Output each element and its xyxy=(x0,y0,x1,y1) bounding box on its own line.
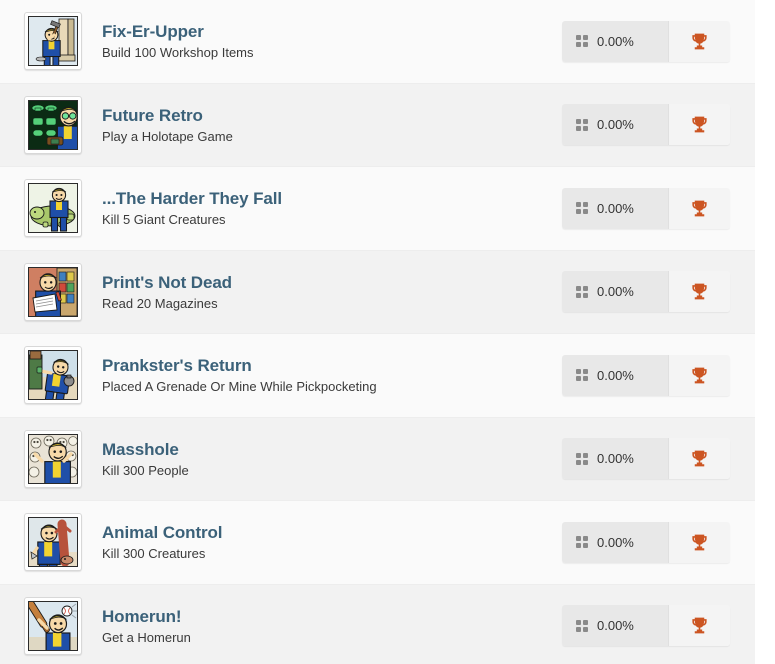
achievement-thumbnail xyxy=(24,596,82,655)
achievement-trophy-button[interactable] xyxy=(668,521,730,563)
vault-boy-baseball-bat-icon xyxy=(28,600,78,651)
achievement-row[interactable]: Homerun! Get a Homerun 0.00% xyxy=(0,584,755,664)
achievement-trophy-button[interactable] xyxy=(668,605,730,647)
achievement-description: Placed A Grenade Or Mine While Pickpocke… xyxy=(102,379,377,395)
grid-dots-icon xyxy=(576,285,588,298)
achievement-thumbnail xyxy=(24,346,82,405)
achievement-trophy-button[interactable] xyxy=(668,20,730,62)
grid-dots-icon xyxy=(576,202,588,215)
achievement-text-block: Homerun! Get a Homerun xyxy=(82,606,562,647)
achievement-progress-value: 0.00% xyxy=(597,117,634,133)
achievement-actions: 0.00% xyxy=(562,271,730,313)
achievement-progress-button[interactable]: 0.00% xyxy=(562,20,668,62)
vault-boy-pickpocket-icon xyxy=(28,350,78,401)
achievement-title: Masshole xyxy=(102,439,179,459)
achievement-row[interactable]: ...The Harder They Fall Kill 5 Giant Crea… xyxy=(0,167,755,251)
achievement-text-block: Masshole Kill 300 People xyxy=(82,439,562,480)
achievement-progress-value: 0.00% xyxy=(597,367,634,383)
achievement-thumbnail xyxy=(24,262,82,321)
achievement-trophy-button[interactable] xyxy=(668,187,730,229)
achievement-title: Fix-Er-Upper xyxy=(102,22,204,41)
achievement-trophy-button[interactable] xyxy=(668,104,730,146)
achievement-title: Future Retro xyxy=(102,105,203,125)
achievement-actions: 0.00% xyxy=(562,354,730,396)
vault-boy-skulls-icon xyxy=(28,433,78,484)
achievement-actions: 0.00% xyxy=(562,605,730,647)
achievement-progress-button[interactable]: 0.00% xyxy=(562,354,668,396)
achievement-trophy-button[interactable] xyxy=(668,354,730,396)
achievement-title: Print's Not Dead xyxy=(102,272,232,292)
achievement-actions: 0.00% xyxy=(562,20,730,62)
grid-dots-icon xyxy=(576,452,588,465)
achievement-description: Kill 300 People xyxy=(102,462,189,478)
achievement-actions: 0.00% xyxy=(562,438,730,480)
grid-dots-icon xyxy=(576,536,588,549)
achievement-row[interactable]: Masshole Kill 300 People 0.00% xyxy=(0,417,755,501)
achievement-trophy-button[interactable] xyxy=(668,438,730,480)
achievement-row[interactable]: Future Retro Play a Holotape Game 0.00% xyxy=(0,83,755,167)
achievement-title: Animal Control xyxy=(102,523,223,542)
achievement-row[interactable]: Print's Not Dead Read 20 Magazines 0.00% xyxy=(0,250,755,334)
achievement-thumbnail xyxy=(24,513,82,572)
achievement-progress-button[interactable]: 0.00% xyxy=(562,104,668,146)
achievement-title: Homerun! xyxy=(102,606,182,626)
achievement-text-block: Fix-Er-Upper Build 100 Workshop Items xyxy=(82,21,562,62)
vault-boy-hammer-icon xyxy=(28,16,78,67)
achievement-thumbnail xyxy=(24,429,82,488)
achievement-progress-value: 0.00% xyxy=(597,200,634,216)
achievements-list: Fix-Er-Upper Build 100 Workshop Items 0.00… xyxy=(0,0,755,664)
achievement-text-block: Print's Not Dead Read 20 Magazines xyxy=(82,272,562,313)
achievement-progress-value: 0.00% xyxy=(597,534,634,550)
achievement-description: Kill 300 Creatures xyxy=(102,546,206,562)
achievement-description: Kill 5 Giant Creatures xyxy=(102,212,226,228)
achievement-progress-value: 0.00% xyxy=(597,618,634,634)
achievement-description: Build 100 Workshop Items xyxy=(102,45,254,61)
achievement-text-block: ...The Harder They Fall Kill 5 Giant Crea… xyxy=(82,188,562,229)
vault-boy-reading-magazine-icon xyxy=(28,266,78,317)
achievement-text-block: Prankster's Return Placed A Grenade Or Mi… xyxy=(82,355,562,396)
achievement-row[interactable]: Prankster's Return Placed A Grenade Or Mi… xyxy=(0,334,755,418)
vault-boy-fallen-giant-icon xyxy=(28,183,78,234)
achievement-actions: 0.00% xyxy=(562,521,730,563)
achievement-progress-button[interactable]: 0.00% xyxy=(562,605,668,647)
achievement-thumbnail xyxy=(24,12,82,71)
vault-boy-knife-creature-icon xyxy=(28,517,78,568)
page-right-gutter xyxy=(755,0,775,664)
grid-dots-icon xyxy=(576,118,588,131)
achievement-progress-button[interactable]: 0.00% xyxy=(562,521,668,563)
grid-dots-icon xyxy=(576,35,588,48)
achievement-description: Read 20 Magazines xyxy=(102,295,218,311)
achievement-text-block: Animal Control Kill 300 Creatures xyxy=(82,522,562,563)
achievement-progress-button[interactable]: 0.00% xyxy=(562,438,668,480)
achievement-thumbnail xyxy=(24,179,82,238)
achievement-title: ...The Harder They Fall xyxy=(102,189,283,208)
grid-dots-icon xyxy=(576,619,588,632)
vault-boy-arcade-game-icon xyxy=(28,99,78,150)
achievement-thumbnail xyxy=(24,95,82,154)
achievement-description: Get a Homerun xyxy=(102,629,191,645)
achievement-text-block: Future Retro Play a Holotape Game xyxy=(82,105,562,146)
achievement-row[interactable]: Animal Control Kill 300 Creatures 0.00% xyxy=(0,501,755,585)
achievement-actions: 0.00% xyxy=(562,104,730,146)
achievement-trophy-button[interactable] xyxy=(668,271,730,313)
achievement-progress-value: 0.00% xyxy=(597,451,634,467)
achievement-title: Prankster's Return xyxy=(102,356,252,375)
achievements-page: Fix-Er-Upper Build 100 Workshop Items 0.00… xyxy=(0,0,775,664)
achievement-row[interactable]: Fix-Er-Upper Build 100 Workshop Items 0.00… xyxy=(0,0,755,84)
achievement-progress-value: 0.00% xyxy=(597,284,634,300)
achievement-description: Play a Holotape Game xyxy=(102,128,233,144)
achievement-progress-value: 0.00% xyxy=(597,33,634,49)
achievement-actions: 0.00% xyxy=(562,187,730,229)
achievement-progress-button[interactable]: 0.00% xyxy=(562,271,668,313)
grid-dots-icon xyxy=(576,369,588,382)
achievement-progress-button[interactable]: 0.00% xyxy=(562,187,668,229)
